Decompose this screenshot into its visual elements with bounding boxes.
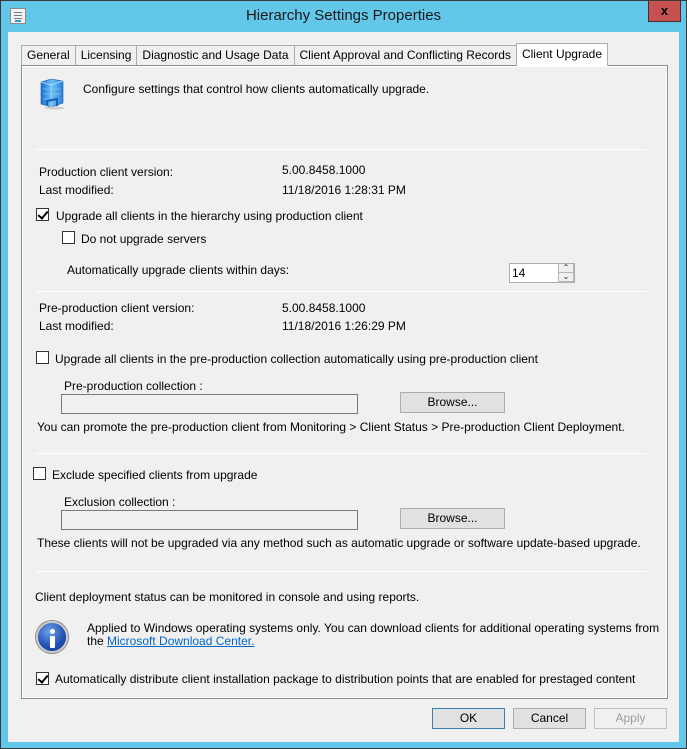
close-button[interactable]: x <box>648 1 681 22</box>
production-version-value: 5.00.8458.1000 <box>282 163 366 177</box>
info-icon <box>36 621 68 653</box>
exclude-clients-label[interactable]: Exclude specified clients from upgrade <box>52 468 257 482</box>
do-not-upgrade-servers-label[interactable]: Do not upgrade servers <box>81 232 206 246</box>
upgrade-days-spinner[interactable]: 14 ⌃ ⌄ <box>509 263 575 283</box>
preproduction-version-value: 5.00.8458.1000 <box>282 301 366 315</box>
ok-button[interactable]: OK <box>432 708 505 729</box>
upgrade-all-production-label[interactable]: Upgrade all clients in the hierarchy usi… <box>56 209 363 223</box>
auto-distribute-checkbox[interactable] <box>36 672 49 685</box>
monitor-note: Client deployment status can be monitore… <box>35 590 420 604</box>
info-text: Applied to Windows operating systems onl… <box>87 621 660 635</box>
exclusion-collection-label: Exclusion collection : <box>64 495 176 509</box>
preproduction-browse-button[interactable]: Browse... <box>400 392 505 413</box>
server-upgrade-icon <box>40 78 65 110</box>
exclusion-collection-field[interactable] <box>61 510 358 530</box>
exclusion-note: These clients will not be upgraded via a… <box>37 536 641 550</box>
page-description: Configure settings that control how clie… <box>83 82 430 96</box>
exclude-clients-checkbox[interactable] <box>33 467 46 480</box>
dialog-body: General Licensing Diagnostic and Usage D… <box>8 32 679 742</box>
production-modified-value: 11/18/2016 1:28:31 PM <box>282 183 406 197</box>
production-version-label: Production client version: <box>39 165 174 179</box>
upgrade-days-value[interactable]: 14 <box>512 266 525 280</box>
tab-licensing[interactable]: Licensing <box>74 45 138 66</box>
info-text-prefix: the <box>87 634 108 648</box>
upgrade-days-label: Automatically upgrade clients within day… <box>67 263 290 277</box>
upgrade-all-production-checkbox[interactable] <box>36 208 49 221</box>
preproduction-version-label: Pre-production client version: <box>39 301 195 315</box>
cancel-button[interactable]: Cancel <box>513 708 586 729</box>
separator <box>35 571 647 572</box>
production-modified-label: Last modified: <box>39 183 114 197</box>
upgrade-preproduction-checkbox[interactable] <box>36 351 49 364</box>
separator <box>35 149 647 150</box>
separator <box>35 453 647 454</box>
window-title: Hierarchy Settings Properties <box>245 7 442 24</box>
apply-button[interactable]: Apply <box>594 708 667 729</box>
auto-distribute-label[interactable]: Automatically distribute client installa… <box>55 672 635 686</box>
chevron-down-icon[interactable]: ⌄ <box>559 273 573 281</box>
do-not-upgrade-servers-checkbox[interactable] <box>62 231 75 244</box>
preproduction-modified-value: 11/18/2016 1:26:29 PM <box>282 319 406 333</box>
upgrade-preproduction-label[interactable]: Upgrade all clients in the pre-productio… <box>55 352 538 366</box>
tab-general[interactable]: General <box>21 45 76 66</box>
spinner-buttons: ⌃ ⌄ <box>558 264 574 282</box>
exclusion-browse-button[interactable]: Browse... <box>400 508 505 529</box>
tab-client-approval[interactable]: Client Approval and Conflicting Records <box>293 45 517 66</box>
preproduction-collection-field[interactable] <box>61 394 358 414</box>
info-text-line2: the Microsoft Download Center. <box>87 634 254 648</box>
title-bar: Hierarchy Settings Properties x <box>1 1 686 32</box>
chevron-up-icon[interactable]: ⌃ <box>559 264 573 272</box>
preproduction-modified-label: Last modified: <box>39 319 114 333</box>
client-upgrade-panel: Configure settings that control how clie… <box>21 65 668 699</box>
preproduction-collection-label: Pre-production collection : <box>64 379 203 393</box>
tab-diagnostic-usage-data[interactable]: Diagnostic and Usage Data <box>136 45 295 66</box>
tab-strip: General Licensing Diagnostic and Usage D… <box>21 43 608 66</box>
microsoft-download-center-link[interactable]: Microsoft Download Center. <box>107 634 254 648</box>
properties-dialog: Hierarchy Settings Properties x General … <box>0 0 687 749</box>
separator <box>35 291 647 292</box>
promote-note: You can promote the pre-production clien… <box>37 420 625 434</box>
tab-client-upgrade[interactable]: Client Upgrade <box>515 43 608 66</box>
